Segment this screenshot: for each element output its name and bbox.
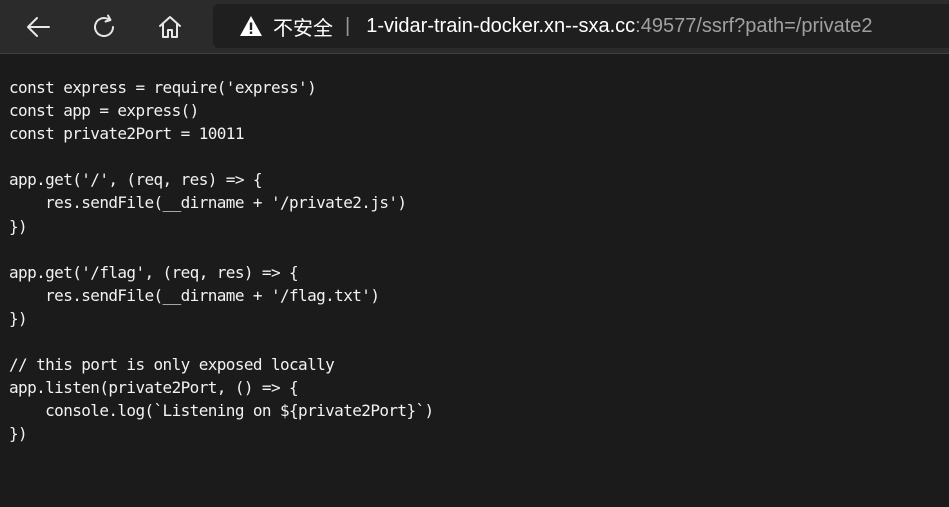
address-bar[interactable]: 不安全 | 1-vidar-train-docker.xn--sxa.cc:49…: [213, 4, 949, 48]
back-arrow-icon: [27, 17, 50, 37]
home-button[interactable]: [152, 9, 188, 45]
security-label[interactable]: 不安全: [273, 12, 333, 41]
back-button[interactable]: [20, 9, 56, 45]
source-code-text: const express = require('express') const…: [9, 78, 434, 444]
url-path[interactable]: :49577/ssrf?path=/private2: [635, 15, 872, 38]
refresh-button[interactable]: [87, 9, 123, 45]
browser-toolbar: 不安全 | 1-vidar-train-docker.xn--sxa.cc:49…: [0, 0, 949, 54]
page-content: const express = require('express') const…: [0, 55, 949, 507]
refresh-icon: [94, 14, 114, 37]
warning-icon[interactable]: [239, 15, 263, 37]
home-icon: [159, 16, 181, 38]
address-separator: |: [345, 14, 351, 37]
url-host[interactable]: 1-vidar-train-docker.xn--sxa.cc: [366, 15, 635, 38]
